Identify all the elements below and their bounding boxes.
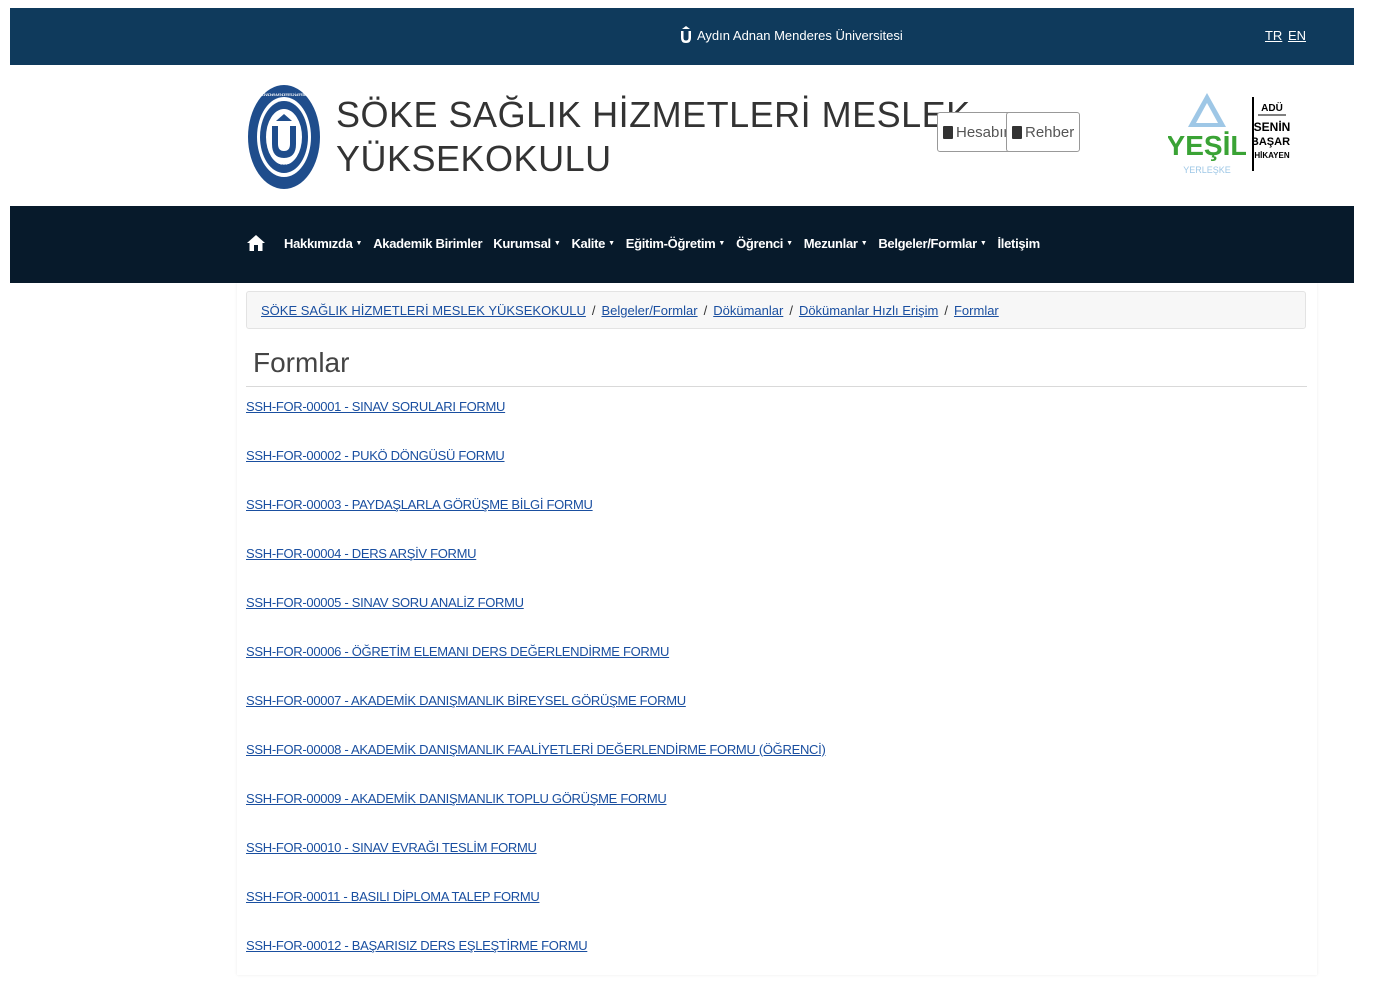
document-link[interactable]: SSH-FOR-00011 - BASILI DİPLOMA TALEP FOR… xyxy=(246,889,825,938)
document-link[interactable]: SSH-FOR-00002 - PUKÖ DÖNGÜSÜ FORMU xyxy=(246,448,825,497)
page-title: Formlar xyxy=(253,347,350,378)
school-logo[interactable]: 1992 AYDIN ADNAN MENDERES ÜNİVERSİTESİ xyxy=(246,82,322,192)
directory-button[interactable]: Rehber xyxy=(1006,112,1081,152)
nav-item-label: Mezunlar xyxy=(803,235,858,251)
logo-year: 1992 xyxy=(278,164,289,170)
home-icon[interactable] xyxy=(246,234,266,252)
nav-item-label: İletişim xyxy=(997,235,1040,251)
top-bar: Aydın Adnan Menderes Üniversitesi TR EN xyxy=(10,8,1354,65)
document-link[interactable]: SSH-FOR-00001 - SINAV SORULARI FORMU xyxy=(246,399,825,448)
nav-item-mezunlar[interactable]: Mezunlar ▼ xyxy=(804,236,868,251)
nav-item-kalite[interactable]: Kalite ▼ xyxy=(571,235,615,251)
school-title: SÖKE SAĞLIK HİZMETLERİ MESLEK YÜKSEKOKUL… xyxy=(336,93,971,181)
caret-down-icon: ▼ xyxy=(355,239,363,247)
green-campus-logo[interactable]: YEŞİL YERLEŞKE xyxy=(1168,93,1246,179)
breadcrumb-link[interactable]: Dökümanlar Hızlı Erişim xyxy=(799,303,938,318)
language-switcher: TR EN xyxy=(1263,28,1306,43)
document-link[interactable]: SSH-FOR-00010 - SINAV EVRAĞI TESLİM FORM… xyxy=(246,840,825,889)
adu-text: ADÜ xyxy=(1261,101,1283,114)
document-link[interactable]: SSH-FOR-00008 - AKADEMİK DANIŞMANLIK FAA… xyxy=(246,742,826,791)
document-link[interactable]: SSH-FOR-00012 - BAŞARISIZ DERS EŞLEŞTİRM… xyxy=(246,938,825,987)
caret-down-icon: ▼ xyxy=(553,239,561,247)
document-link[interactable]: SSH-FOR-00006 - ÖĞRETİM ELEMANI DERS DEĞ… xyxy=(246,644,825,693)
caret-down-icon: ▼ xyxy=(608,239,615,247)
nav-item-label: Hakkımızda xyxy=(284,235,353,251)
breadcrumb-link[interactable]: Formlar xyxy=(954,303,999,318)
logo-ring-text: AYDIN ADNAN MENDERES ÜNİVERSİTESİ xyxy=(259,92,309,97)
school-title-line2: YÜKSEKOKULU xyxy=(336,138,612,179)
page-frame: Aydın Adnan Menderes Üniversitesi TR EN … xyxy=(10,8,1354,975)
nav-item-label: Eğitim-Öğretim xyxy=(625,235,716,251)
phone-icon xyxy=(1012,125,1022,139)
caret-down-icon: ▼ xyxy=(718,239,726,247)
breadcrumb-separator: / xyxy=(591,303,596,318)
breadcrumb-link[interactable]: Dökümanlar xyxy=(713,303,783,318)
main-nav: Hakkımızda ▼ Akademik Birimler Kurumsal ▼ … xyxy=(246,234,1051,252)
nav-item-belgeler-formlar[interactable]: Belgeler/Formlar ▼ xyxy=(878,236,986,251)
document-list: SSH-FOR-00001 - SINAV SORULARI FORMU SSH… xyxy=(246,399,826,987)
header: 1992 AYDIN ADNAN MENDERES ÜNİVERSİTESİ S… xyxy=(10,65,1354,206)
directory-button-label: Rehber xyxy=(1025,123,1075,141)
senin-text: SENİN xyxy=(1254,119,1290,134)
breadcrumb-link[interactable]: Belgeler/Formlar xyxy=(602,303,698,318)
document-link[interactable]: SSH-FOR-00004 - DERS ARŞİV FORMU xyxy=(246,546,825,595)
caret-down-icon: ▼ xyxy=(786,239,793,247)
university-name: Aydın Adnan Menderes Üniversitesi xyxy=(697,27,903,43)
nav-item-akademik-birimler[interactable]: Akademik Birimler xyxy=(373,236,482,251)
nav-item-label: Akademik Birimler xyxy=(373,235,483,251)
document-link[interactable]: SSH-FOR-00003 - PAYDAŞLARLA GÖRÜŞME BİLG… xyxy=(246,497,825,546)
university-logo-icon xyxy=(681,26,691,43)
document-link[interactable]: SSH-FOR-00005 - SINAV SORU ANALİZ FORMU xyxy=(246,595,825,644)
breadcrumb-separator: / xyxy=(789,303,793,318)
lang-tr-link[interactable]: TR xyxy=(1265,28,1282,43)
basari-text: BAŞARI xyxy=(1252,136,1290,148)
document-link[interactable]: SSH-FOR-00007 - AKADEMİK DANIŞMANLIK BİR… xyxy=(246,693,825,742)
yesil-text: YEŞİL xyxy=(1168,130,1246,161)
user-card-icon xyxy=(943,125,953,139)
school-title-line1: SÖKE SAĞLIK HİZMETLERİ MESLEK xyxy=(336,94,971,135)
title-divider xyxy=(246,386,1307,387)
yerleske-text: YERLEŞKE xyxy=(1183,165,1231,175)
nav-item-label: Öğrenci xyxy=(736,235,784,251)
breadcrumb-separator: / xyxy=(703,303,708,318)
breadcrumb-separator: / xyxy=(944,303,948,318)
main-content: SÖKE SAĞLIK HİZMETLERİ MESLEK YÜKSEKOKUL… xyxy=(237,283,1317,975)
hikayen-text: HİKAYEN xyxy=(1254,151,1289,160)
nav-item-ogrenci[interactable]: Öğrenci ▼ xyxy=(736,236,793,251)
document-link[interactable]: SSH-FOR-00009 - AKADEMİK DANIŞMANLIK TOP… xyxy=(246,791,825,840)
breadcrumb-link[interactable]: SÖKE SAĞLIK HİZMETLERİ MESLEK YÜKSEKOKUL… xyxy=(261,303,586,318)
lang-en-link[interactable]: EN xyxy=(1288,28,1306,43)
nav-item-label: Kalite xyxy=(571,235,606,251)
success-story-logo[interactable]: ADÜ SENİN BAŞARI HİKAYEN xyxy=(1252,97,1290,171)
main-navbar: Hakkımızda ▼ Akademik Birimler Kurumsal ▼ … xyxy=(10,206,1354,283)
caret-down-icon: ▼ xyxy=(860,239,868,247)
university-link[interactable]: Aydın Adnan Menderes Üniversitesi xyxy=(680,26,903,44)
nav-item-kurumsal[interactable]: Kurumsal ▼ xyxy=(493,236,560,251)
nav-item-iletisim[interactable]: İletişim xyxy=(997,235,1040,251)
breadcrumb: SÖKE SAĞLIK HİZMETLERİ MESLEK YÜKSEKOKUL… xyxy=(246,291,1306,329)
nav-item-label: Belgeler/Formlar xyxy=(878,235,977,251)
nav-item-egitim-ogretim[interactable]: Eğitim-Öğretim ▼ xyxy=(625,235,726,251)
nav-item-hakkimizda[interactable]: Hakkımızda ▼ xyxy=(284,236,362,251)
caret-down-icon: ▼ xyxy=(979,239,987,247)
nav-item-label: Kurumsal xyxy=(493,235,551,251)
